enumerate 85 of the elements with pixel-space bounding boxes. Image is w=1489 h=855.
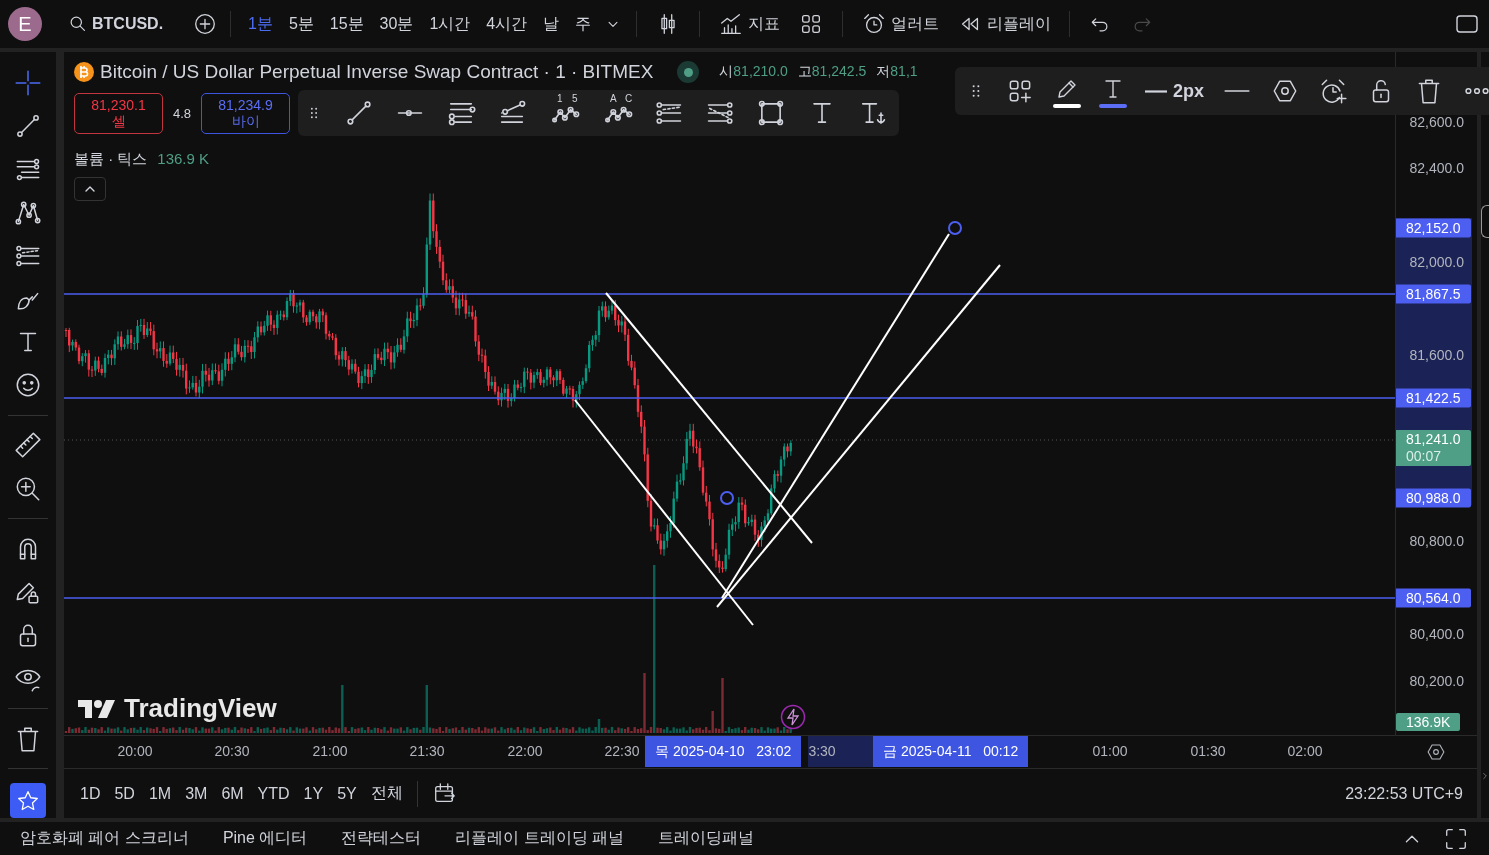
time-tick: 21:30	[409, 743, 445, 759]
panel-tab[interactable]: 암호화폐 페어 스크리너	[20, 828, 189, 849]
interval-tab[interactable]: 날	[538, 9, 565, 39]
side-panel-tab[interactable]	[1481, 205, 1489, 238]
color-swatch[interactable]	[1053, 103, 1081, 108]
selection-range-highlight	[808, 736, 873, 767]
range-button[interactable]: 1D	[80, 784, 101, 803]
sell-button[interactable]: 81,230.1 셀	[74, 92, 163, 134]
interval-tab[interactable]: 4시간	[481, 9, 533, 39]
volume-label: 볼륨 · 틱스	[74, 150, 148, 169]
replay-button[interactable]: 리플레이	[951, 7, 1058, 41]
volume-value: 136.9 K	[157, 150, 210, 169]
alert-button[interactable]: 얼러트	[855, 7, 946, 41]
range-button[interactable]: 전체	[370, 783, 403, 804]
volume-label: 136.9K	[1396, 713, 1460, 731]
panel-tab[interactable]: 전략테스터	[341, 828, 422, 849]
time-tick: 22:30	[604, 743, 640, 759]
panel-tab[interactable]: 리플레이 트레이딩 패널	[455, 828, 625, 849]
interval-tab[interactable]: 1시간	[424, 9, 476, 39]
channel-line[interactable]	[721, 233, 950, 599]
symbol-search[interactable]: BTCUSD.	[66, 12, 164, 36]
range-button[interactable]: 6M	[221, 784, 244, 803]
panel-tab[interactable]: Pine 에디터	[222, 828, 308, 849]
line-width-button[interactable]: 2px	[1145, 80, 1205, 102]
indicators-button[interactable]: 지표	[712, 7, 787, 41]
range-button[interactable]: 1M	[148, 784, 172, 803]
panel-tab[interactable]: 트레이딩패널	[658, 828, 755, 849]
time-tick: 21:00	[312, 743, 348, 759]
price-label: 81,241.0 00:07	[1396, 430, 1471, 466]
price-tick: 82,600.0	[1409, 114, 1464, 130]
plus-icon[interactable]	[192, 11, 218, 37]
range-button[interactable]: 3M	[185, 784, 208, 803]
ohlc-value: 저 81,1	[876, 63, 918, 81]
logo-icon	[78, 697, 116, 720]
price-tick: 80,800.0	[1409, 533, 1464, 549]
favorites-button[interactable]	[10, 783, 46, 818]
buy-button[interactable]: 81,234.9 바이	[201, 92, 290, 134]
range-button[interactable]: YTD	[257, 784, 290, 803]
settings-icon[interactable]	[1425, 741, 1447, 763]
channel-line[interactable]	[605, 292, 813, 544]
interval-tab[interactable]: 1분	[243, 9, 278, 39]
user-avatar[interactable]: E	[8, 7, 42, 41]
price-tick: 80,200.0	[1409, 673, 1464, 689]
ohlc-value: 시 81,210.0	[719, 63, 788, 81]
price-label: 80,564.0	[1396, 588, 1471, 608]
time-tick: 01:30	[1190, 743, 1226, 759]
time-tick: 01:00	[1092, 743, 1128, 759]
color-swatch[interactable]	[1099, 103, 1127, 108]
price-tick: 82,400.0	[1409, 160, 1464, 176]
interval-tab[interactable]: 30분	[374, 9, 419, 39]
price-label: 81,422.5	[1396, 388, 1471, 408]
lightning-icon[interactable]	[780, 704, 806, 730]
chevron-up-icon	[85, 186, 95, 192]
price-tick: 82,000.0	[1409, 254, 1464, 270]
line-width-icon	[1145, 89, 1167, 93]
price-tick: 81,600.0	[1409, 347, 1464, 363]
channel-line[interactable]	[716, 264, 1001, 608]
price-tick: 80,400.0	[1409, 626, 1464, 642]
range-button[interactable]: 5Y	[337, 784, 357, 803]
time-label: 목 2025-04-10 23:02	[645, 736, 802, 767]
time-tick: 02:00	[1287, 743, 1323, 759]
price-label: 82,152.0	[1396, 218, 1471, 238]
interval-tab[interactable]: 15분	[324, 9, 369, 39]
time-tick: 3:30	[808, 743, 836, 759]
anchor-handle[interactable]	[948, 221, 962, 235]
collapse-button[interactable]	[74, 177, 106, 201]
time-tick: 22:00	[507, 743, 543, 759]
logo-text: TradingView	[124, 693, 277, 724]
spread-value: 4.8	[171, 105, 193, 121]
range-button[interactable]: 5D	[114, 784, 135, 803]
time-tick: 20:30	[214, 743, 250, 759]
ohlc-value: 고81,242.5	[797, 63, 867, 81]
range-button[interactable]: 1Y	[303, 784, 324, 803]
symbol-title[interactable]: Bitcoin / US Dollar Perpetual Inverse Swap Contract · 1 · BITMEX	[100, 61, 654, 83]
price-label: 80,988.0	[1396, 488, 1471, 508]
channel-line[interactable]	[574, 399, 754, 626]
anchor-handle[interactable]	[720, 491, 734, 505]
time-label: 금 2025-04-11 00:12	[873, 736, 1029, 767]
time-tick: 20:00	[117, 743, 153, 759]
ruler-icon[interactable]	[13, 430, 43, 461]
interval-tab[interactable]: 주	[570, 9, 597, 39]
bitcoin-icon	[74, 62, 94, 82]
price-label: 81,867.5	[1396, 284, 1471, 304]
interval-tab[interactable]: 5분	[283, 9, 319, 39]
clock: 23:22:53 UTC+9	[1345, 784, 1463, 803]
